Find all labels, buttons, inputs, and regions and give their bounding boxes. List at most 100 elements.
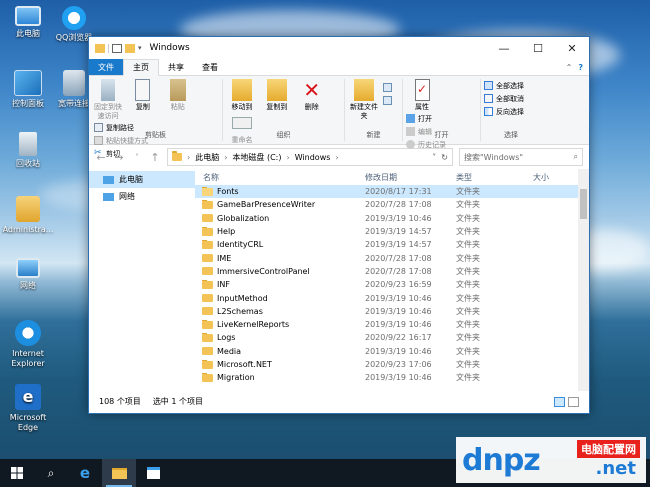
up-arrow-icon[interactable]: ↑ — [149, 151, 161, 164]
open-button[interactable]: 打开 — [406, 112, 446, 125]
scrollbar-thumb[interactable] — [580, 189, 587, 219]
button-label: 历史记录 — [418, 140, 446, 149]
column-size[interactable]: 大小 — [528, 172, 573, 183]
table-row[interactable]: Help 2019/3/19 14:57 文件夹 — [195, 225, 589, 238]
details-view-icon[interactable] — [554, 396, 565, 407]
delete-button[interactable]: ✕ 删除 — [296, 79, 328, 112]
watermark-brand: dnpz — [462, 442, 541, 478]
table-row[interactable]: Fonts 2020/8/17 17:31 文件夹 — [195, 185, 589, 199]
close-button[interactable]: ✕ — [555, 37, 589, 59]
search-box[interactable]: 搜索"Windows" ⌕ — [459, 148, 583, 166]
search-input[interactable]: 搜索"Windows" — [464, 152, 574, 163]
column-name[interactable]: 名称 — [195, 172, 360, 183]
desktop-icon-edge[interactable]: e Microsoft Edge — [0, 384, 56, 433]
column-modified[interactable]: 修改日期 — [360, 172, 451, 183]
large-icons-view-icon[interactable] — [568, 396, 579, 407]
tab-share[interactable]: 共享 — [159, 59, 193, 75]
table-row[interactable]: ImmersiveControlPanel 2020/7/28 17:08 文件夹 — [195, 265, 589, 278]
select-all-button[interactable]: 全部选择 — [484, 79, 524, 92]
invert-selection-button[interactable]: 反向选择 — [484, 105, 524, 118]
breadcrumb-this-pc[interactable]: 此电脑 — [195, 152, 219, 163]
tab-file[interactable]: 文件 — [89, 59, 123, 75]
desktop-icon-network[interactable]: 网络 — [0, 258, 56, 291]
column-type[interactable]: 类型 — [451, 172, 528, 183]
table-row[interactable]: L2Schemas 2019/3/19 10:46 文件夹 — [195, 305, 589, 318]
file-name: ImmersiveControlPanel — [217, 266, 310, 276]
user-folder-icon — [16, 196, 40, 222]
file-explorer-icon[interactable] — [102, 459, 136, 487]
address-dropdown-icon[interactable]: ˅ — [432, 153, 436, 162]
search-icon[interactable]: ⌕ — [34, 459, 68, 487]
maximize-button[interactable]: ☐ — [521, 37, 555, 59]
paste-button[interactable]: 粘贴 — [162, 79, 194, 112]
minimize-button[interactable]: — — [487, 37, 521, 59]
table-row[interactable]: LiveKernelReports 2019/3/19 10:46 文件夹 — [195, 318, 589, 331]
help-icon[interactable]: ? — [578, 63, 583, 72]
file-modified: 2019/3/19 14:57 — [365, 240, 432, 250]
quick-access-dropdown-icon[interactable]: ▾ — [138, 44, 142, 52]
new-item-button[interactable] — [382, 81, 392, 94]
table-row[interactable]: IME 2020/7/28 17:08 文件夹 — [195, 251, 589, 264]
properties-button[interactable]: ✓ 属性 — [406, 79, 438, 112]
edge-icon[interactable]: e — [68, 459, 102, 487]
content-area: 此电脑 网络 名称 修改日期 类型 大小 Fonts 2020/8/17 17:3… — [89, 169, 589, 391]
copy-button[interactable]: 复制 — [127, 79, 159, 112]
new-folder-quick-icon[interactable] — [125, 43, 135, 53]
chevron-right-icon: › — [224, 152, 228, 162]
button-label: 粘贴 — [170, 103, 185, 111]
delete-icon: ✕ — [303, 78, 321, 102]
copy-to-icon — [266, 79, 287, 101]
copy-to-button[interactable]: 复制到 — [261, 79, 293, 112]
tab-view[interactable]: 查看 — [193, 59, 227, 75]
ie-icon — [15, 320, 41, 346]
separator — [108, 43, 109, 53]
table-row[interactable]: IdentityCRL 2019/3/19 14:57 文件夹 — [195, 238, 589, 251]
refresh-icon[interactable]: ↻ — [441, 153, 448, 162]
table-row[interactable]: Media 2019/3/19 10:46 文件夹 — [195, 345, 589, 358]
nav-item-network[interactable]: 网络 — [89, 188, 195, 205]
file-type: 文件夹 — [456, 227, 480, 237]
file-name: Fonts — [217, 187, 239, 197]
move-to-button[interactable]: 移动到 — [226, 79, 258, 112]
nav-item-this-pc[interactable]: 此电脑 — [89, 171, 195, 188]
table-row[interactable]: Logs 2020/9/22 16:17 文件夹 — [195, 331, 589, 344]
properties-quick-icon[interactable] — [112, 43, 122, 53]
button-label: 全部选择 — [496, 81, 524, 90]
table-row[interactable]: INF 2020/9/23 16:59 文件夹 — [195, 278, 589, 291]
file-type: 文件夹 — [456, 280, 480, 290]
tab-home[interactable]: 主页 — [123, 59, 159, 76]
file-modified: 2020/7/28 17:08 — [365, 266, 432, 276]
desktop-icon-ie[interactable]: Internet Explorer — [0, 320, 56, 369]
button-label: 复制 — [135, 103, 150, 111]
store-icon[interactable] — [136, 459, 170, 487]
desktop-icon-recycle-bin[interactable]: 回收站 — [0, 132, 56, 169]
new-folder-button[interactable]: 新建文件夹 — [348, 79, 380, 121]
watermark-domain: .net — [595, 458, 636, 479]
table-row[interactable]: Microsoft.NET 2020/9/23 17:06 文件夹 — [195, 358, 589, 371]
scissors-icon: ✂ — [94, 148, 102, 158]
desktop-icon-administrator[interactable]: Administra... — [0, 196, 56, 235]
easy-access-button[interactable] — [382, 94, 392, 107]
window-title: Windows — [149, 43, 190, 53]
pin-quick-access-button[interactable]: 固定到快速访问 — [92, 79, 124, 121]
select-none-button[interactable]: 全部取消 — [484, 92, 524, 105]
desktop-icon-label: Microsoft Edge — [9, 413, 47, 432]
windows-start-icon[interactable] — [0, 459, 34, 487]
table-row[interactable]: InputMethod 2019/3/19 10:46 文件夹 — [195, 291, 589, 304]
vertical-scrollbar[interactable] — [578, 169, 589, 391]
breadcrumb-windows[interactable]: Windows — [295, 153, 331, 162]
cut-button[interactable]: ✂ 剪切 — [94, 147, 148, 160]
rename-button[interactable]: 重命名 — [226, 112, 258, 145]
computer-icon — [15, 6, 41, 26]
file-type: 文件夹 — [456, 240, 480, 250]
table-row[interactable]: GameBarPresenceWriter 2020/7/28 17:08 文件夹 — [195, 198, 589, 211]
table-row[interactable]: Migration 2019/3/19 10:46 文件夹 — [195, 371, 589, 384]
breadcrumb-drive-c[interactable]: 本地磁盘 (C:) — [232, 152, 281, 163]
group-label: 选择 — [504, 131, 518, 139]
new-item-icon — [382, 83, 392, 92]
chevron-right-icon: › — [187, 152, 191, 162]
copy-icon — [135, 79, 151, 101]
collapse-ribbon-icon[interactable]: ⌃ — [566, 63, 573, 72]
button-label: 属性 — [415, 103, 429, 111]
table-row[interactable]: Globalization 2019/3/19 10:46 文件夹 — [195, 212, 589, 225]
